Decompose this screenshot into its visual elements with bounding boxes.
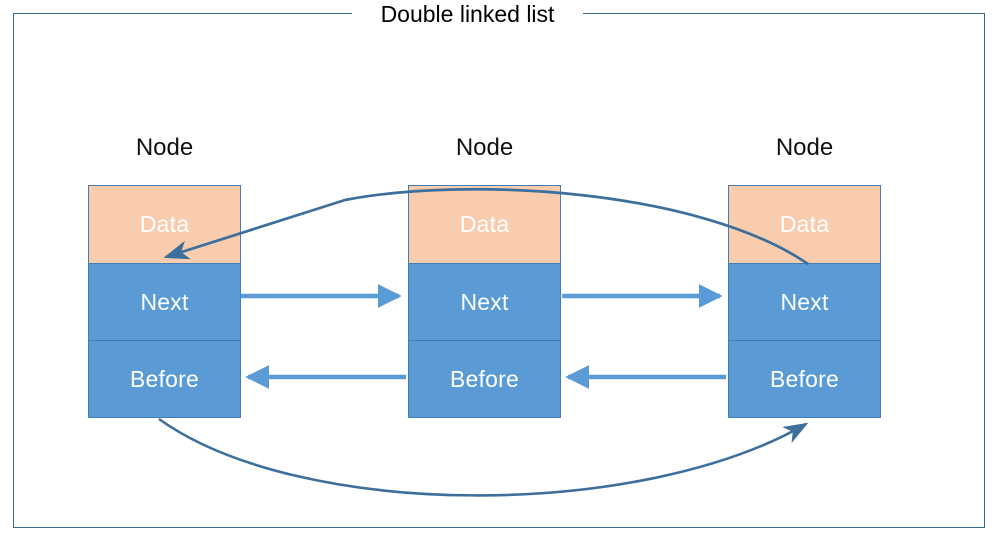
node-2-label: Node	[455, 134, 514, 161]
node-3-cell-next: Next	[729, 263, 880, 341]
diagram-title: Double linked list	[380, 1, 555, 27]
node-1-cell-data: Data	[89, 186, 240, 263]
node-1-cell-next: Next	[89, 263, 240, 341]
diagram-canvas: Double linked list Node Data Next Before…	[0, 0, 1001, 557]
node-1-box: Data Next Before	[88, 185, 241, 418]
node-3-box: Data Next Before	[728, 185, 881, 418]
node-3-label: Node	[775, 134, 834, 161]
node-1-cell-before: Before	[89, 341, 240, 417]
node-2-cell-data: Data	[409, 186, 560, 263]
node-2-box: Data Next Before	[408, 185, 561, 418]
node-2-cell-next: Next	[409, 263, 560, 341]
node-1-label: Node	[135, 134, 194, 161]
node-3-cell-data: Data	[729, 186, 880, 263]
node-3-cell-before: Before	[729, 341, 880, 417]
node-2-cell-before: Before	[409, 341, 560, 417]
